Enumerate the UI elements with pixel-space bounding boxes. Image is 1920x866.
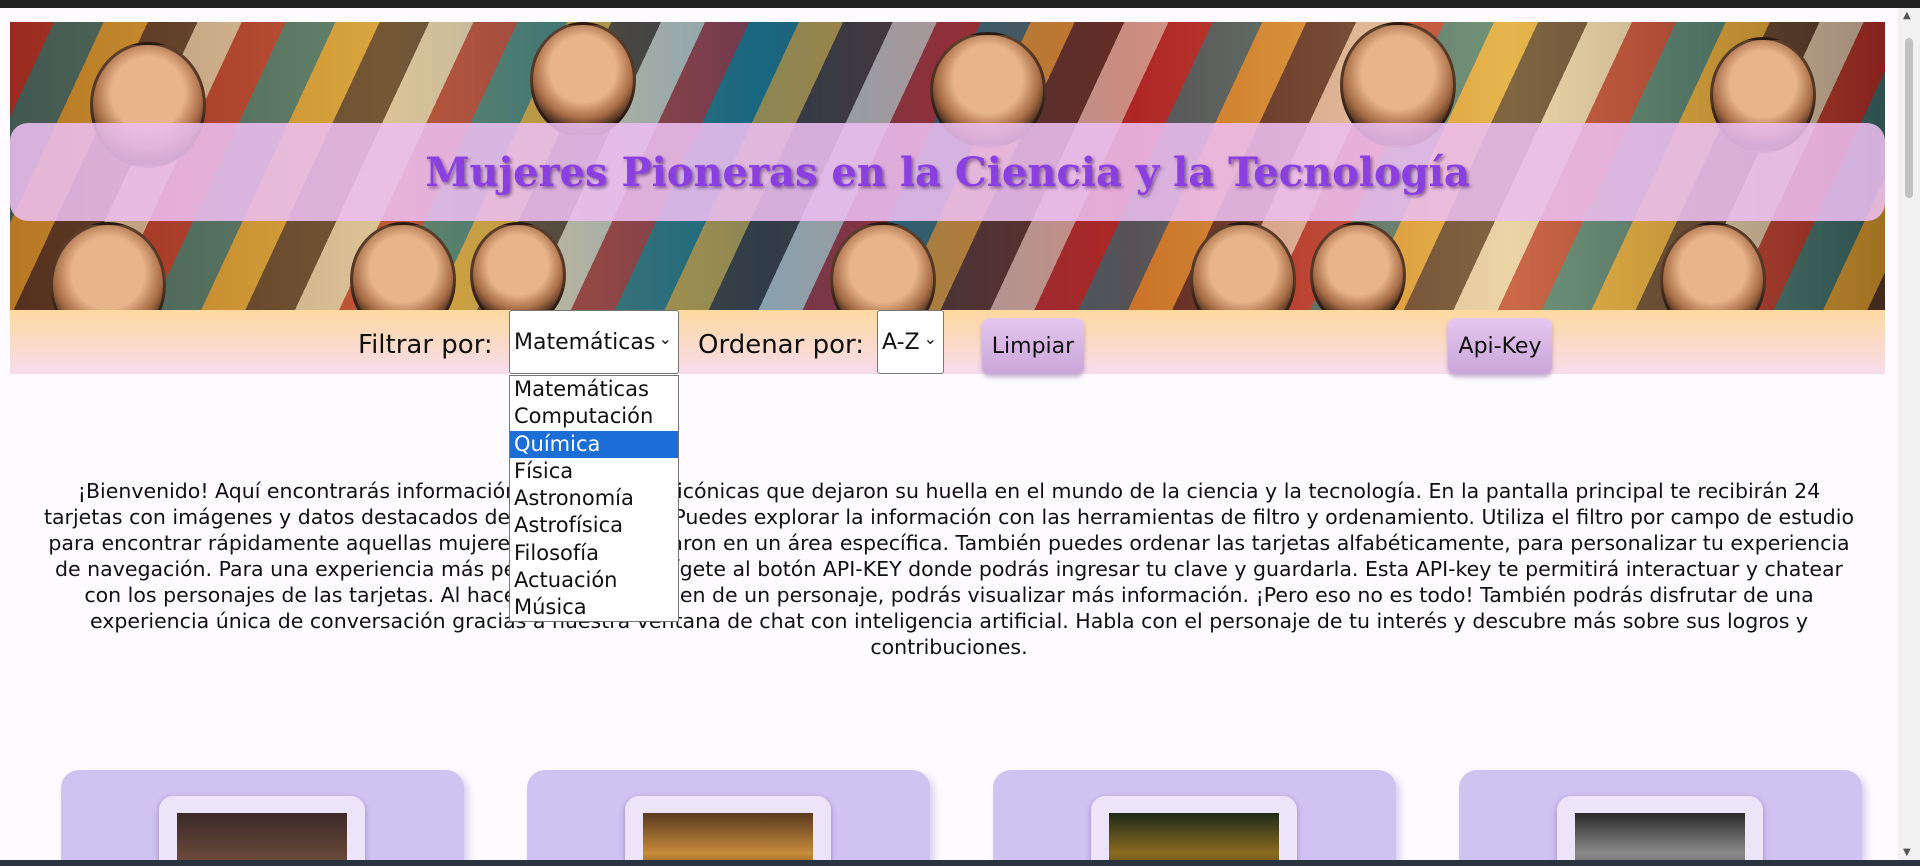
scroll-down-icon[interactable]: ▼ bbox=[1903, 847, 1911, 858]
filter-select[interactable]: Matemáticas ⌄ bbox=[509, 310, 679, 374]
character-card[interactable] bbox=[993, 770, 1396, 860]
filter-select-value: Matemáticas bbox=[514, 329, 656, 355]
filter-option[interactable]: Música bbox=[510, 594, 678, 621]
character-card[interactable] bbox=[1459, 770, 1862, 860]
character-card[interactable] bbox=[527, 770, 930, 860]
api-key-button[interactable]: Api-Key bbox=[1448, 318, 1552, 374]
card-image-frame bbox=[159, 796, 365, 860]
vertical-scrollbar[interactable]: ▲ ▼ bbox=[1898, 8, 1920, 860]
filter-option[interactable]: Actuación bbox=[510, 567, 678, 594]
os-taskbar-edge bbox=[0, 860, 1920, 866]
card-image-frame bbox=[1091, 796, 1297, 860]
chevron-down-icon: ⌄ bbox=[658, 329, 672, 348]
card-image-frame bbox=[1557, 796, 1763, 860]
filter-option[interactable]: Astrofísica bbox=[510, 512, 678, 539]
portrait-illustration bbox=[1310, 222, 1406, 310]
portrait-illustration bbox=[470, 222, 566, 310]
card-image-frame bbox=[625, 796, 831, 860]
page-title: Mujeres Pioneras en la Ciencia y la Tecn… bbox=[425, 148, 1470, 196]
page-viewport: Mujeres Pioneras en la Ciencia y la Tecn… bbox=[0, 8, 1898, 860]
filter-option[interactable]: Física bbox=[510, 458, 678, 485]
intro-text: ¡Bienvenido! Aquí encontrarás informació… bbox=[43, 479, 1855, 659]
character-card[interactable] bbox=[61, 770, 464, 860]
filter-option[interactable]: Astronomía bbox=[510, 485, 678, 512]
character-image[interactable] bbox=[177, 813, 347, 860]
scroll-up-icon[interactable]: ▲ bbox=[1903, 10, 1911, 21]
portrait-illustration bbox=[830, 222, 936, 310]
character-image[interactable] bbox=[1575, 813, 1745, 860]
portrait-illustration bbox=[50, 222, 166, 310]
filter-option[interactable]: Filosofía bbox=[510, 540, 678, 567]
filter-option[interactable]: Química bbox=[510, 430, 678, 458]
filter-sort-bar: Filtrar por: Matemáticas ⌄ Ordenar por: … bbox=[10, 310, 1885, 374]
portrait-illustration bbox=[350, 222, 456, 310]
character-image[interactable] bbox=[643, 813, 813, 860]
portrait-illustration bbox=[1190, 222, 1296, 310]
filter-label: Filtrar por: bbox=[358, 330, 493, 360]
sort-select-value: A-Z bbox=[882, 329, 920, 355]
title-band: Mujeres Pioneras en la Ciencia y la Tecn… bbox=[10, 123, 1885, 221]
sort-select[interactable]: A-Z ⌄ bbox=[877, 310, 944, 374]
portrait-illustration bbox=[1660, 222, 1766, 310]
filter-option[interactable]: Computación bbox=[510, 403, 678, 430]
scrollbar-thumb[interactable] bbox=[1905, 38, 1913, 198]
sort-label: Ordenar por: bbox=[698, 330, 864, 360]
character-image[interactable] bbox=[1109, 813, 1279, 860]
browser-top-edge bbox=[0, 0, 1920, 8]
filter-option[interactable]: Matemáticas bbox=[510, 376, 678, 403]
chevron-down-icon: ⌄ bbox=[923, 329, 937, 348]
portrait-illustration bbox=[530, 22, 636, 138]
filter-dropdown-list: Matemáticas Computación Química Física Astro… bbox=[509, 375, 679, 622]
clear-button[interactable]: Limpiar bbox=[982, 318, 1084, 374]
